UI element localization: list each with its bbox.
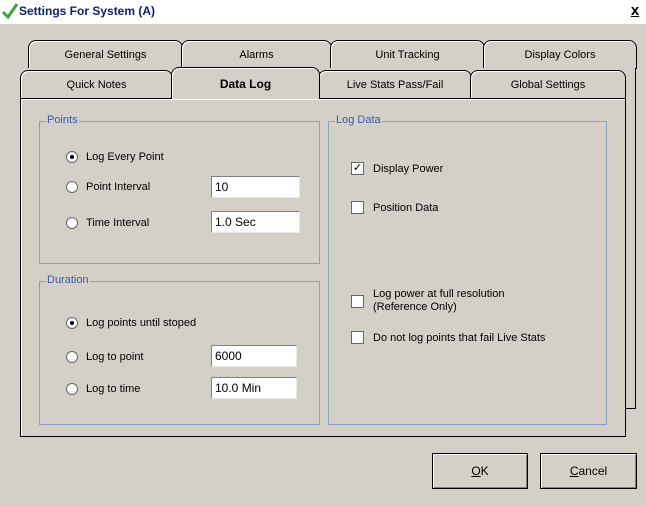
tab-label: Display Colors (524, 49, 596, 61)
point-interval-option[interactable]: Point Interval (66, 181, 150, 193)
tab-label: Global Settings (510, 79, 586, 91)
radio-button[interactable] (66, 383, 78, 395)
log-to-time-option[interactable]: Log to time (66, 383, 140, 395)
checkbox[interactable] (351, 331, 364, 344)
tab-label: General Settings (64, 49, 147, 61)
option-label: Time Interval (86, 217, 150, 229)
log-until-stopped-option[interactable]: Log points until stoped (66, 317, 196, 329)
option-label: Log to point (86, 351, 144, 363)
points-group-label: Points (46, 114, 79, 126)
cancel-button[interactable]: Cancel (540, 453, 637, 489)
radio-button[interactable] (66, 351, 78, 363)
tab-display-colors[interactable]: Display Colors (483, 40, 637, 69)
radio-button[interactable] (66, 317, 78, 329)
time-interval-input[interactable]: 1.0 Sec (211, 211, 300, 233)
tab-unit-tracking[interactable]: Unit Tracking (330, 40, 485, 69)
cancel-label: ancel (578, 464, 608, 478)
title-bar: Settings For System (A) x (0, 0, 646, 24)
close-icon[interactable]: x (627, 2, 643, 20)
display-power-checkbox[interactable]: ✓ Display Power (351, 162, 443, 175)
tab-label: Alarms (239, 49, 274, 61)
log-to-point-option[interactable]: Log to point (66, 351, 144, 363)
tab-data-log[interactable]: Data Log (171, 67, 320, 99)
ok-mnemonic: O (471, 464, 481, 478)
tab-general-settings[interactable]: General Settings (28, 40, 183, 69)
checkbox[interactable]: ✓ (351, 162, 364, 175)
log-to-point-input[interactable]: 6000 (211, 345, 297, 367)
tab-quick-notes[interactable]: Quick Notes (20, 70, 173, 99)
tab-label: Live Stats Pass/Fail (346, 79, 444, 91)
ok-button[interactable]: OK (432, 453, 528, 489)
checkmark-icon (2, 3, 18, 20)
option-label: Log points until stoped (86, 317, 197, 329)
skip-failed-points-checkbox[interactable]: Do not log points that fail Live Stats (351, 331, 545, 344)
data-log-panel: Points Log Every Point Point Interval 10… (20, 98, 626, 437)
duration-group: Duration Log points until stoped Log to … (39, 274, 320, 425)
points-group: Points Log Every Point Point Interval 10… (39, 114, 320, 264)
duration-group-label: Duration (46, 274, 90, 286)
cancel-mnemonic: C (569, 464, 579, 478)
checkbox-label: Display Power (373, 162, 444, 175)
checkbox-label: Position Data (373, 201, 439, 214)
checkbox[interactable] (351, 201, 364, 214)
checkbox-label: Log power at full resolution (Reference … (373, 288, 504, 314)
position-data-checkbox[interactable]: Position Data (351, 201, 438, 214)
tab-label: Data Log (219, 76, 272, 91)
window-title: Settings For System (A) (19, 4, 156, 18)
option-label: Log Every Point (86, 151, 164, 163)
log-full-resolution-checkbox[interactable]: Log power at full resolution (Reference … (351, 288, 504, 314)
radio-button[interactable] (66, 181, 78, 193)
checkbox-label-line2: (Reference Only) (373, 301, 457, 313)
tab-label: Unit Tracking (375, 49, 440, 61)
tab-alarms[interactable]: Alarms (181, 40, 332, 69)
log-every-point-option[interactable]: Log Every Point (66, 151, 164, 163)
checkbox-label-line1: Log power at full resolution (373, 288, 505, 300)
log-to-time-input[interactable]: 10.0 Min (211, 377, 297, 399)
checkbox[interactable] (351, 294, 364, 308)
ok-label: K (480, 464, 489, 478)
point-interval-input[interactable]: 10 (211, 176, 300, 198)
log-data-group: Log Data ✓ Display Power Position Data L… (328, 114, 607, 425)
option-label: Log to time (86, 383, 141, 395)
radio-button[interactable] (66, 151, 78, 163)
tab-label: Quick Notes (66, 79, 127, 91)
tab-global-settings[interactable]: Global Settings (470, 70, 626, 99)
checkbox-label: Do not log points that fail Live Stats (373, 331, 546, 344)
tab-live-stats-pass-fail[interactable]: Live Stats Pass/Fail (318, 70, 472, 99)
radio-button[interactable] (66, 217, 78, 229)
time-interval-option[interactable]: Time Interval (66, 217, 149, 229)
log-data-group-label: Log Data (335, 114, 382, 126)
option-label: Point Interval (86, 181, 151, 193)
